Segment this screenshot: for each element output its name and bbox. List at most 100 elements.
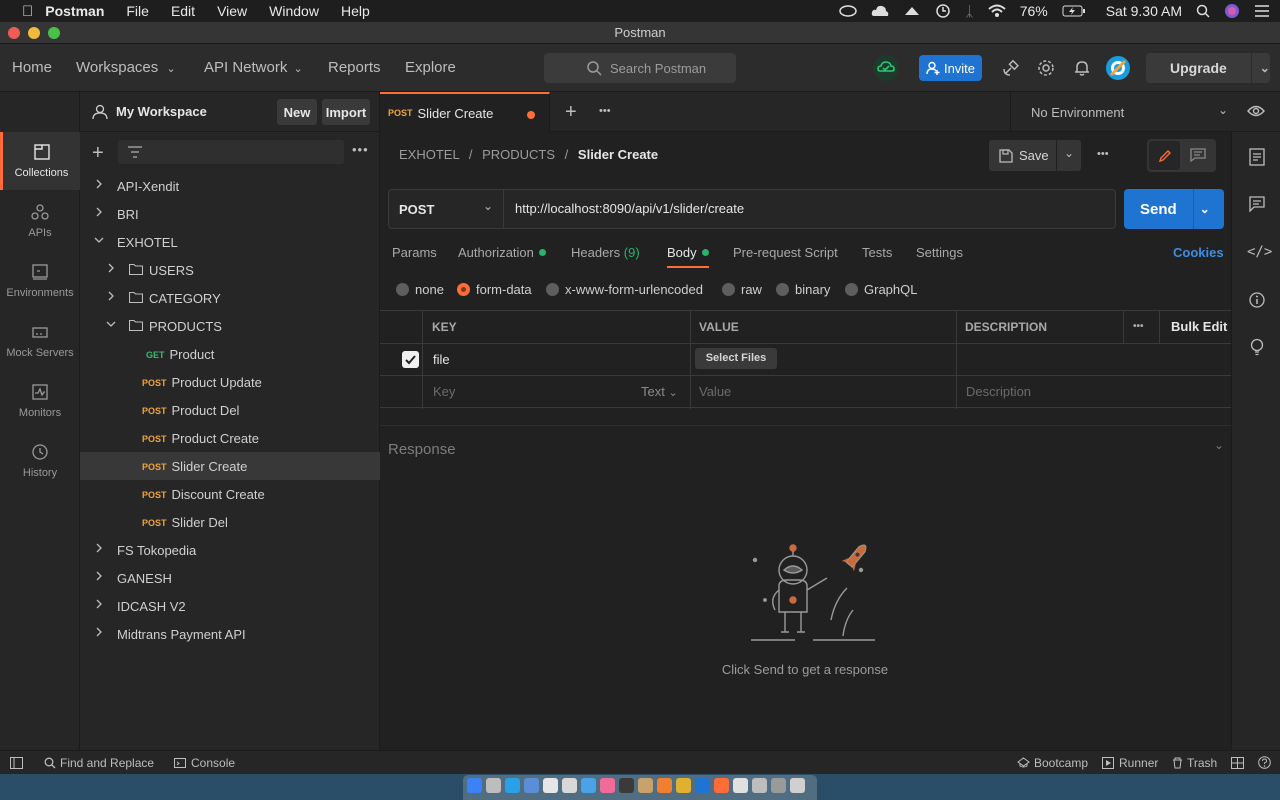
body-type-raw[interactable]: raw [722, 281, 762, 297]
satellite-icon[interactable] [1002, 59, 1020, 77]
body-type-graphql[interactable]: GraphQL [845, 281, 917, 297]
chevron-right-icon[interactable] [106, 291, 116, 305]
new-tab-plus-icon[interactable]: + [565, 101, 577, 124]
chevron-right-icon[interactable] [94, 207, 104, 221]
chevron-right-icon[interactable] [94, 627, 104, 641]
breadcrumb-collection[interactable]: EXHOTEL [399, 147, 459, 162]
time-machine-icon[interactable] [935, 3, 951, 19]
comment-view-icon[interactable] [1190, 148, 1206, 162]
postman-dock-icon[interactable] [714, 778, 729, 793]
chevron-down-icon[interactable]: ⌄ [1260, 61, 1270, 75]
sublime-dock-icon[interactable] [733, 778, 748, 793]
music-dock-icon[interactable] [600, 778, 615, 793]
rail-monitors[interactable]: Monitors [0, 372, 80, 430]
apple-icon[interactable]:  [22, 3, 33, 20]
description-input[interactable]: Description [966, 384, 1031, 399]
chevron-down-icon[interactable]: ⌄ [1200, 202, 1210, 216]
trash-button[interactable]: Trash [1172, 756, 1217, 770]
sync-status-icon[interactable] [872, 54, 900, 82]
menu-view[interactable]: View [217, 3, 247, 19]
tree-folder-item[interactable]: CATEGORY [80, 284, 380, 312]
menu-window[interactable]: Window [269, 3, 319, 19]
chevron-down-icon[interactable] [106, 319, 116, 333]
cookies-link[interactable]: Cookies [1173, 238, 1224, 268]
tab-pre-request-script[interactable]: Pre-request Script [733, 238, 838, 268]
lightbulb-icon[interactable] [1249, 338, 1265, 356]
tree-request-item[interactable]: POST Slider Del [80, 508, 380, 536]
menu-edit[interactable]: Edit [171, 3, 195, 19]
find-and-replace-button[interactable]: Find and Replace [44, 756, 154, 770]
user-avatar[interactable] [1106, 56, 1130, 80]
tree-collection-item[interactable]: IDCASH V2 [80, 592, 380, 620]
add-collection-plus-icon[interactable]: + [92, 142, 104, 165]
tree-request-item[interactable]: POST Product Del [80, 396, 380, 424]
rail-mock-servers[interactable]: Mock Servers [0, 312, 80, 370]
preview-dock-icon[interactable] [524, 778, 539, 793]
bootcamp-button[interactable]: Bootcamp [1017, 756, 1088, 770]
row-enabled-checkbox[interactable] [402, 351, 419, 368]
tree-request-item[interactable]: POST Discount Create [80, 480, 380, 508]
tree-request-item[interactable]: GET Product [80, 340, 380, 368]
new-button[interactable]: New [277, 99, 317, 125]
notifications-bell-icon[interactable] [1073, 59, 1091, 77]
rail-history[interactable]: History [0, 432, 80, 490]
body-type-urlencoded[interactable]: x-www-form-urlencoded [546, 281, 703, 297]
body-type-none[interactable]: none [396, 281, 444, 297]
response-panel-header[interactable]: Response ⌄ [388, 434, 1228, 464]
battery-icon[interactable] [1062, 5, 1086, 17]
upgrade-button[interactable]: Upgrade ⌄ [1146, 53, 1270, 83]
bluetooth-icon[interactable]: ᛣ [965, 3, 973, 19]
table-more-icon[interactable]: ••• [1133, 311, 1144, 343]
key-type-select[interactable]: Text ⌄ [641, 384, 678, 399]
nav-explore[interactable]: Explore [405, 44, 456, 92]
info-icon[interactable] [1249, 292, 1265, 308]
menu-help[interactable]: Help [341, 3, 370, 19]
menu-app-name[interactable]: Postman [45, 3, 104, 19]
value-input[interactable]: Value [699, 384, 731, 399]
key-input[interactable]: Key [433, 384, 455, 399]
url-input[interactable]: http://localhost:8090/api/v1/slider/crea… [515, 201, 744, 216]
invite-button[interactable]: Invite [919, 55, 982, 81]
nav-api-network[interactable]: API Network ⌄ [204, 44, 303, 92]
vscode-dock-icon[interactable] [695, 778, 710, 793]
zoom-window-button[interactable] [48, 27, 60, 39]
breadcrumb-request-name[interactable]: Slider Create [578, 147, 658, 162]
tree-collection-item[interactable]: BRI [80, 200, 380, 228]
firefox-dock-icon[interactable] [657, 778, 672, 793]
comments-icon[interactable] [1249, 196, 1265, 212]
tab-tests[interactable]: Tests [862, 238, 892, 268]
trash-dock-icon[interactable] [790, 778, 805, 793]
help-dock-icon[interactable] [771, 778, 786, 793]
clock-text[interactable]: Sat 9.30 AM [1106, 3, 1182, 19]
filter-collections-input[interactable] [118, 140, 344, 164]
finder-dock-icon[interactable] [467, 778, 482, 793]
rail-apis[interactable]: APIs [0, 192, 80, 250]
help-icon[interactable] [1258, 756, 1271, 769]
save-button[interactable]: Save [989, 140, 1056, 171]
breadcrumb-folder[interactable]: PRODUCTS [482, 147, 555, 162]
photos-dock-icon[interactable] [638, 778, 653, 793]
drive-icon[interactable] [903, 4, 921, 18]
siri-icon[interactable] [1224, 3, 1240, 19]
save-options-dropdown[interactable]: ⌄ [1057, 140, 1081, 171]
more-options-icon[interactable]: ••• [352, 142, 369, 157]
chrome-dock-icon[interactable] [676, 778, 691, 793]
app-dock-icon[interactable] [752, 778, 767, 793]
chevron-down-icon[interactable] [94, 235, 104, 249]
two-pane-layout-icon[interactable] [1231, 757, 1244, 769]
bulk-edit-button[interactable]: Bulk Edit [1171, 311, 1227, 343]
spotlight-search-icon[interactable] [1196, 4, 1210, 18]
nav-reports[interactable]: Reports [328, 44, 381, 92]
tab-headers[interactable]: Headers (9) [571, 238, 640, 268]
tree-collection-item[interactable]: GANESH [80, 564, 380, 592]
tree-request-item[interactable]: POST Product Update [80, 368, 380, 396]
environment-select[interactable]: No Environment ⌄ [1010, 92, 1240, 132]
cloud-upload-icon[interactable] [871, 4, 889, 18]
edit-pencil-icon[interactable] [1149, 141, 1180, 170]
tree-collection-item[interactable]: Midtrans Payment API [80, 620, 380, 648]
tab-authorization[interactable]: Authorization [458, 238, 546, 268]
textedit-dock-icon[interactable] [562, 778, 577, 793]
control-center-icon[interactable] [1254, 4, 1270, 18]
minimize-window-button[interactable] [28, 27, 40, 39]
tabs-more-icon[interactable]: ••• [599, 105, 611, 117]
